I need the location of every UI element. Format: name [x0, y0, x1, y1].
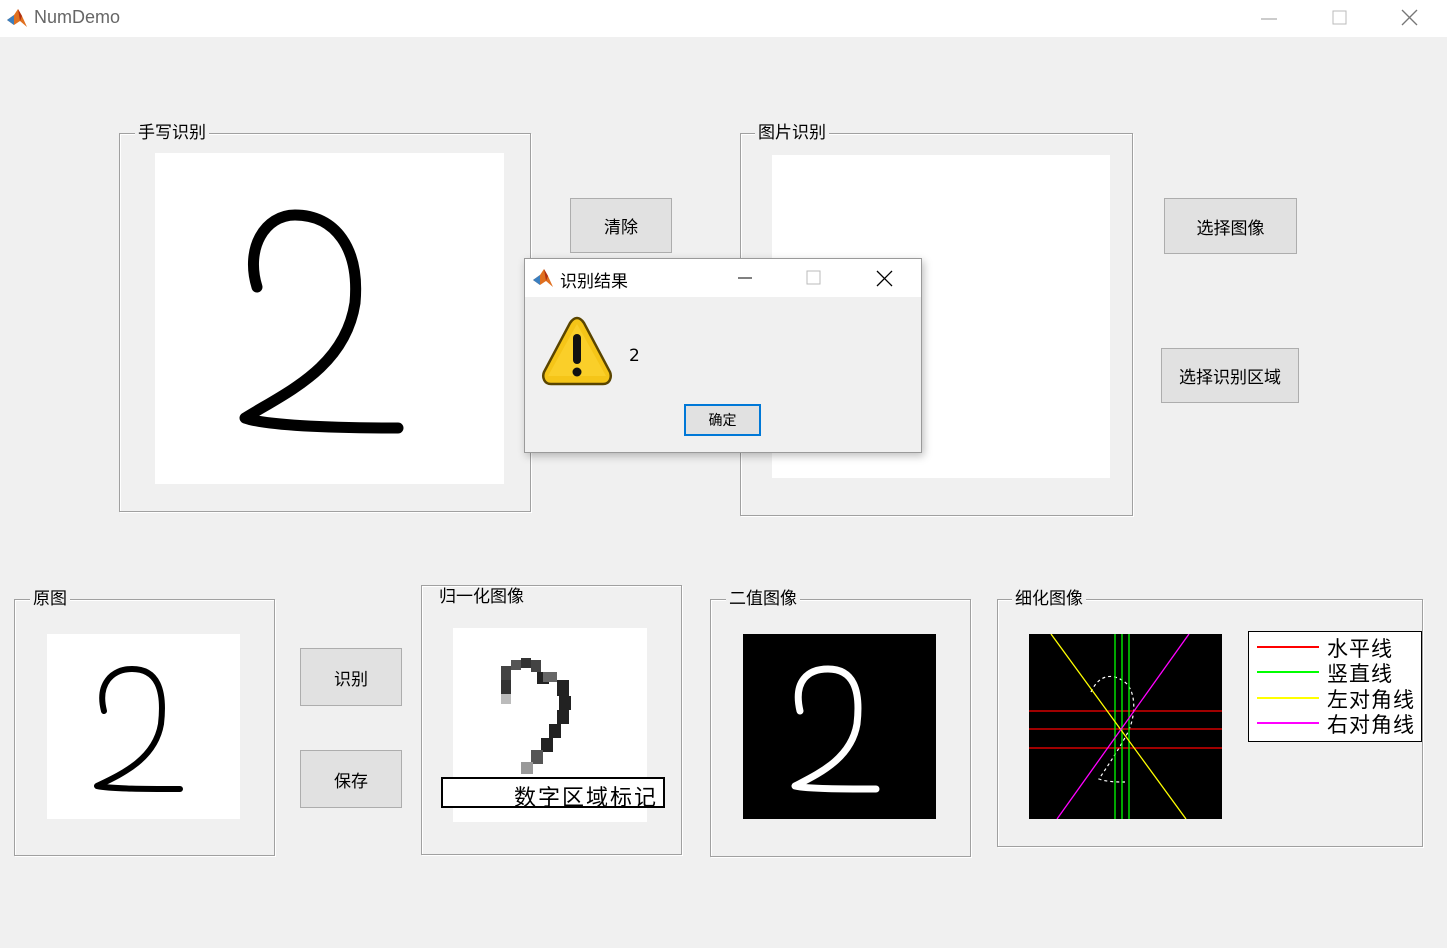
minimize-icon: [1261, 18, 1277, 20]
legend-item: 水平线: [1249, 635, 1421, 661]
ok-button[interactable]: 确定: [684, 404, 761, 436]
binary-digit: [791, 665, 880, 793]
legend-swatch-vertical: [1257, 671, 1319, 673]
legend-swatch-right-diagonal: [1257, 722, 1319, 724]
original-image: [47, 634, 240, 819]
dialog-maximize-button[interactable]: [793, 259, 853, 297]
maximize-button[interactable]: [1305, 0, 1375, 37]
select-region-button[interactable]: 选择识别区域: [1161, 348, 1299, 403]
original-digit: [94, 666, 183, 792]
minimize-button[interactable]: [1235, 0, 1305, 37]
result-dialog: 识别结果 2 确定: [524, 258, 922, 453]
legend-swatch-horizontal: [1257, 646, 1319, 648]
digit-region-label: 数字区域标记: [513, 786, 658, 811]
normalized-panel-title: 归一化图像: [436, 587, 527, 607]
minimize-icon: [738, 277, 752, 279]
digit-region-label-box: 数字区域标记: [441, 777, 665, 811]
handwritten-digit: [239, 209, 404, 434]
thinned-legend: 水平线 竖直线 左对角线 右对角线: [1248, 631, 1422, 742]
binary-panel-title: 二值图像: [726, 589, 800, 609]
clear-button[interactable]: 清除: [570, 198, 672, 253]
matlab-icon: [7, 9, 27, 27]
warning-icon: [542, 316, 612, 386]
dialog-title-bar: 识别结果: [525, 259, 921, 297]
binary-image: [743, 634, 936, 819]
dialog-title: 识别结果: [560, 272, 628, 292]
legend-item: 竖直线: [1249, 660, 1421, 686]
close-button[interactable]: [1375, 0, 1445, 37]
thinned-image: [1029, 633, 1222, 820]
dialog-close-button[interactable]: [861, 259, 921, 297]
close-icon: [1401, 9, 1418, 26]
maximize-icon: [806, 270, 821, 285]
image-recognition-panel-title: 图片识别: [755, 123, 829, 143]
thinned-lines-plot: [1029, 633, 1222, 820]
matlab-icon: [533, 269, 553, 287]
legend-item: 左对角线: [1249, 686, 1421, 712]
window-title: NumDemo: [34, 7, 121, 27]
dialog-minimize-button[interactable]: [725, 259, 785, 297]
legend-label: 右对角线: [1327, 713, 1415, 737]
handwriting-panel-title: 手写识别: [135, 123, 209, 143]
recognize-button[interactable]: 识别: [300, 648, 402, 706]
dialog-message: 2: [629, 346, 640, 366]
close-icon: [876, 270, 893, 287]
thinned-panel-title: 细化图像: [1012, 589, 1086, 609]
original-panel-title: 原图: [30, 589, 70, 609]
handwriting-canvas[interactable]: [155, 153, 504, 484]
legend-swatch-left-diagonal: [1257, 697, 1319, 699]
select-image-button[interactable]: 选择图像: [1164, 198, 1297, 254]
legend-item: 右对角线: [1249, 711, 1421, 737]
save-button[interactable]: 保存: [300, 750, 402, 808]
maximize-icon: [1332, 10, 1347, 25]
title-bar: NumDemo: [0, 0, 1447, 37]
